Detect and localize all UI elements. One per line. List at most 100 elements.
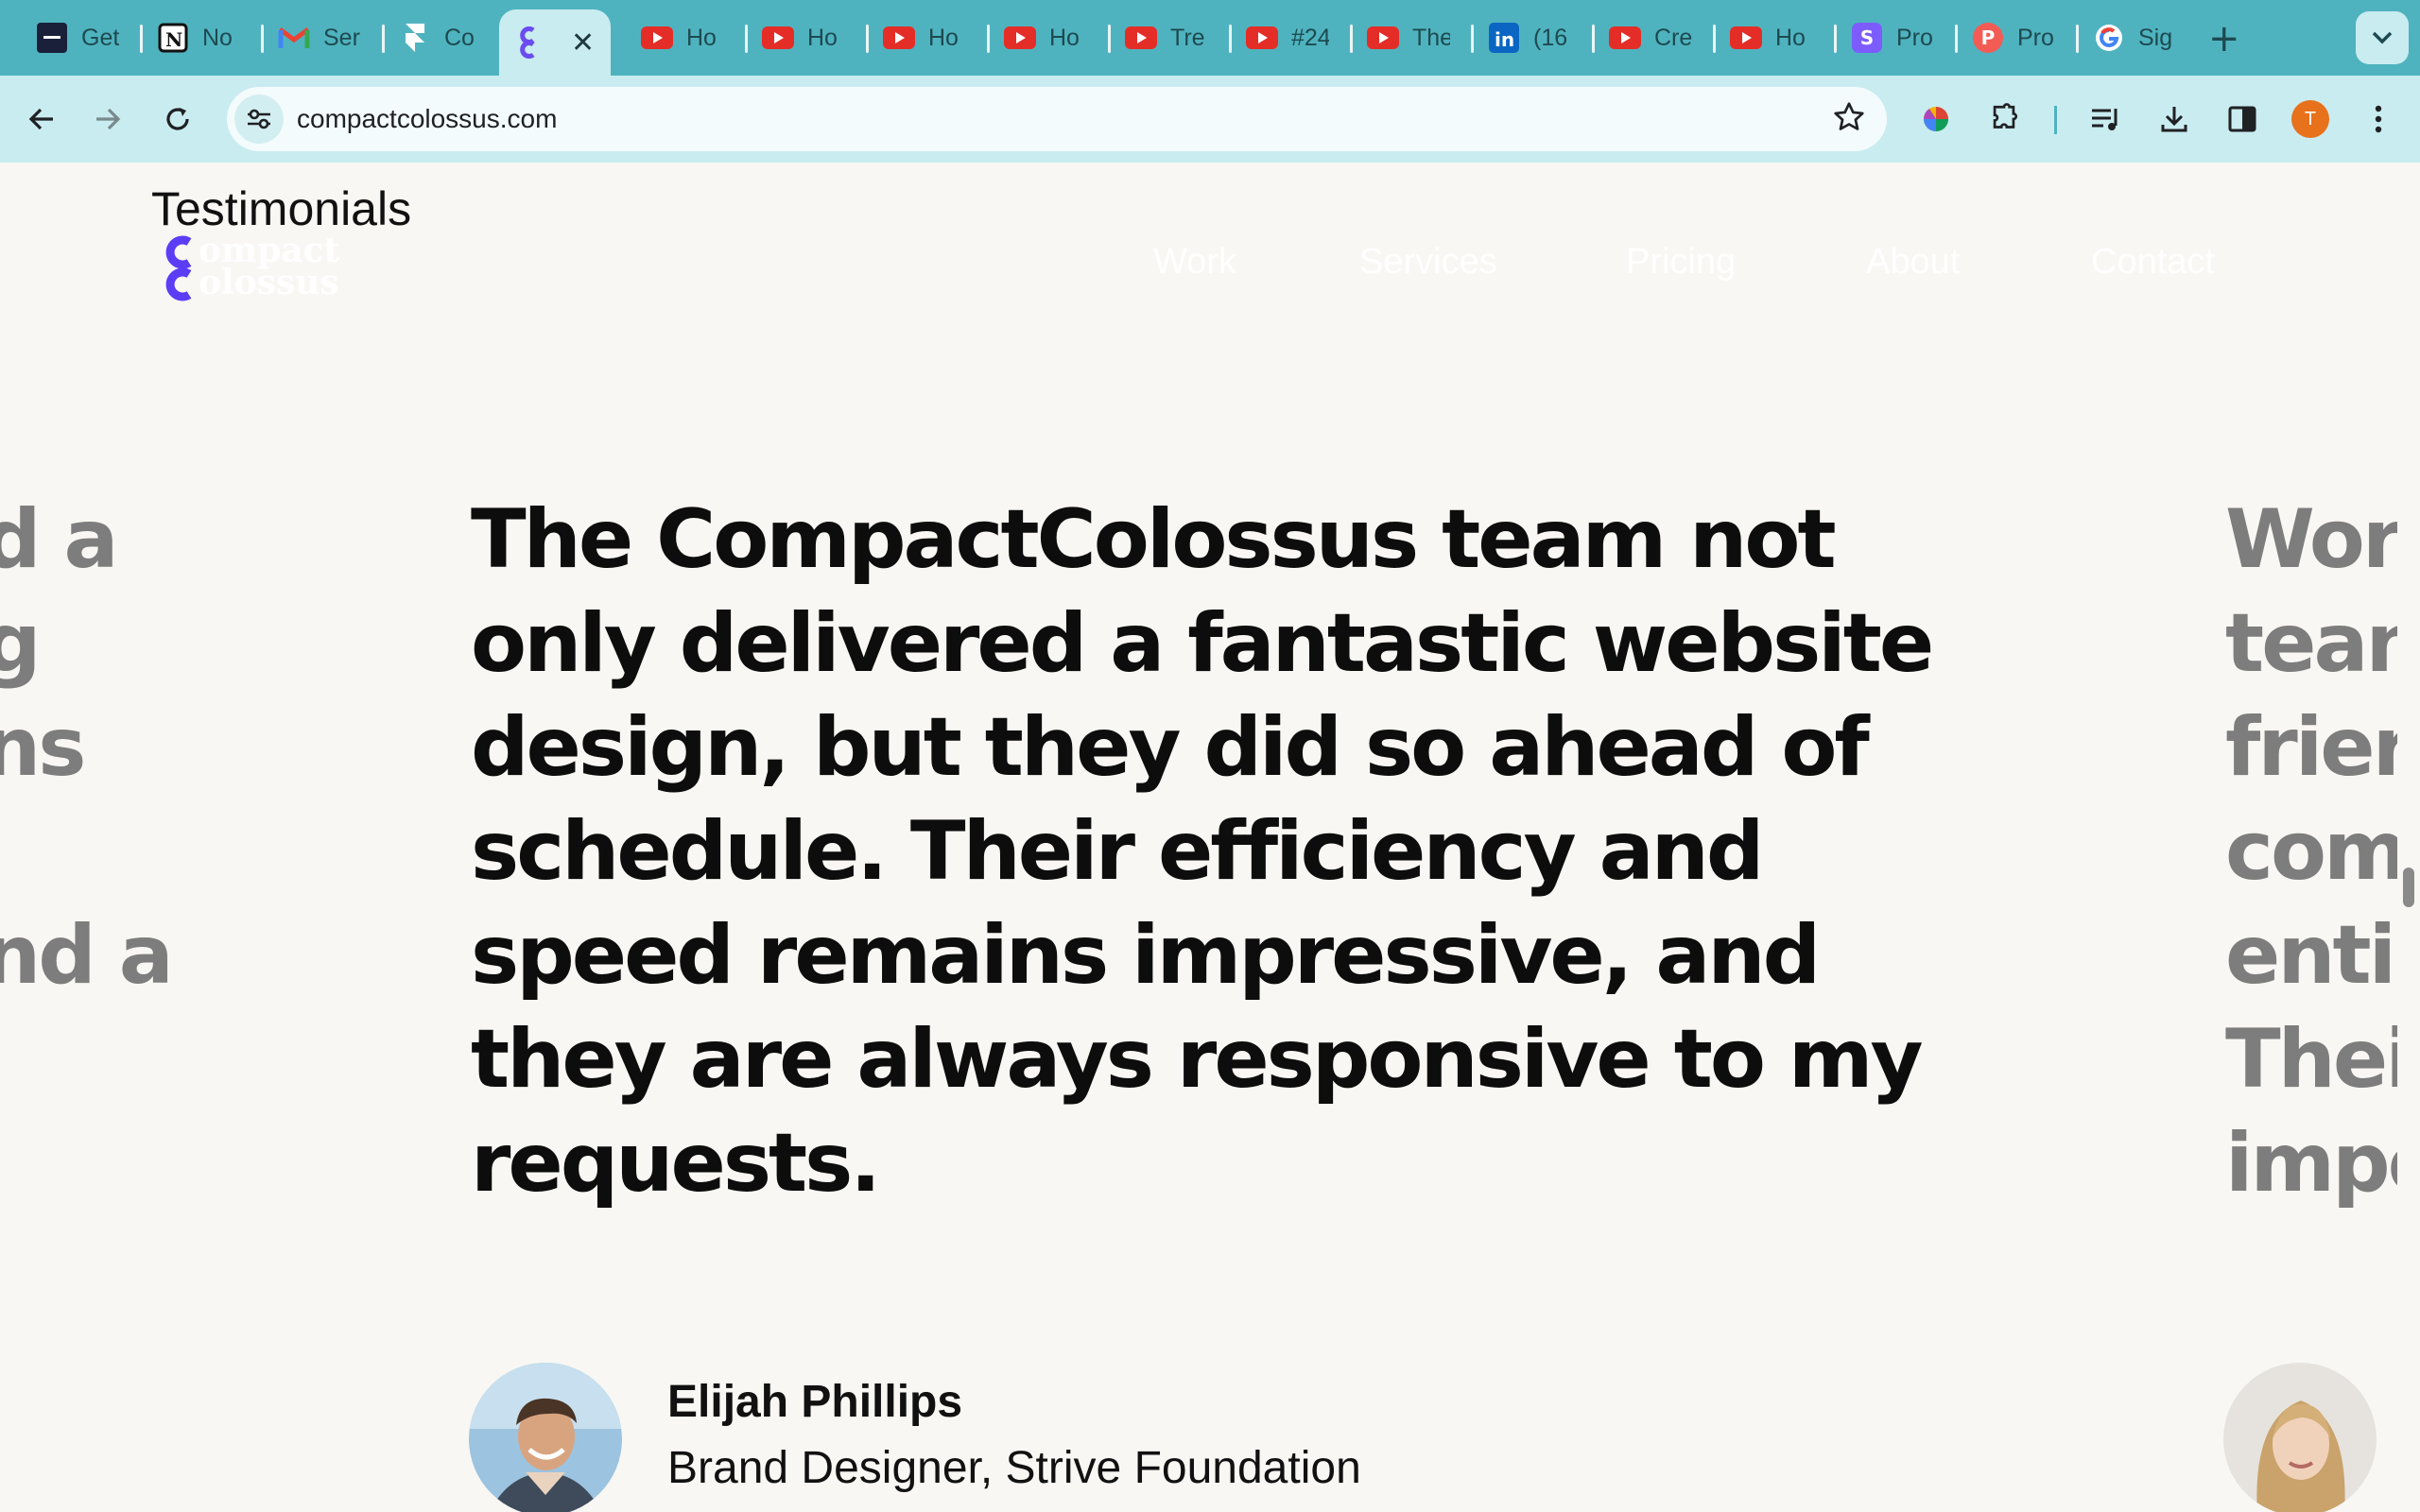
author-role: Brand Designer, Strive Foundation bbox=[667, 1443, 1361, 1493]
browser-tab[interactable]: N No bbox=[146, 13, 257, 62]
logo-word-colossus: olossus bbox=[199, 263, 339, 302]
browser-tab[interactable]: Ho bbox=[630, 13, 741, 62]
tab-title: Get bbox=[81, 24, 119, 51]
youtube-icon bbox=[1730, 22, 1762, 54]
url-text[interactable]: compactcolossus.com bbox=[297, 104, 557, 134]
address-bar[interactable]: compactcolossus.com bbox=[227, 87, 1887, 151]
tab-separator bbox=[1229, 25, 1232, 53]
forward-arrow-icon bbox=[96, 108, 121, 130]
browser-tab[interactable]: Sig bbox=[2082, 13, 2193, 62]
back-button[interactable] bbox=[17, 94, 66, 144]
compactcolossus-icon bbox=[510, 26, 543, 59]
forward-button[interactable] bbox=[83, 94, 132, 144]
tab-title: Ho bbox=[807, 24, 838, 51]
tab-title: Tre bbox=[1170, 24, 1205, 51]
youtube-icon bbox=[1125, 22, 1157, 54]
site-logo[interactable]: ompact olossus bbox=[163, 231, 371, 306]
fragment-line: g bbox=[0, 596, 42, 691]
tab-separator bbox=[1108, 25, 1111, 53]
scrollbar-thumb[interactable] bbox=[2403, 868, 2414, 907]
browser-tab[interactable]: Ho bbox=[993, 13, 1104, 62]
browser-tab[interactable]: Cre bbox=[1598, 13, 1709, 62]
browser-menu-icon[interactable] bbox=[2356, 96, 2401, 142]
p-app-icon: P bbox=[1972, 22, 2004, 54]
bookmark-star-icon[interactable] bbox=[1832, 100, 1866, 139]
tab-separator bbox=[140, 25, 143, 53]
gmail-icon bbox=[278, 22, 310, 54]
webpage: Testimonials ompact olossus Work Service… bbox=[0, 163, 2397, 1512]
browser-tab[interactable]: Tre bbox=[1114, 13, 1225, 62]
nav-work[interactable]: Work bbox=[1153, 242, 1236, 283]
linkedin-icon: in bbox=[1488, 22, 1520, 54]
nav-about[interactable]: About bbox=[1866, 242, 1960, 283]
browser-tab[interactable]: Get bbox=[25, 13, 136, 62]
download-icon[interactable] bbox=[2152, 96, 2197, 142]
next-testimonial-fragment: Wor tean frier com enti Thei impe bbox=[2225, 488, 2397, 1215]
author-avatar bbox=[469, 1363, 622, 1512]
toolbar-divider bbox=[2054, 106, 2057, 134]
testimonial-quote: The CompactColossus team not only delive… bbox=[471, 492, 1934, 1211]
browser-tab[interactable]: P Pro bbox=[1961, 13, 2072, 62]
youtube-icon bbox=[1246, 22, 1278, 54]
fragment-line: enti bbox=[2225, 908, 2396, 1003]
browser-toolbar: compactcolossus.com bbox=[0, 76, 2420, 163]
fragment-line bbox=[0, 799, 171, 903]
logo-mark-icon bbox=[165, 235, 192, 301]
next-author-avatar bbox=[2223, 1363, 2377, 1512]
extensions-puzzle-icon[interactable] bbox=[1981, 96, 2027, 142]
fragment-line: d a bbox=[0, 492, 119, 587]
browser-tab[interactable]: in (16 bbox=[1477, 13, 1588, 62]
svg-text:in: in bbox=[1495, 28, 1514, 51]
close-tab-icon[interactable]: ✕ bbox=[571, 26, 595, 60]
browser-tab[interactable]: S Pro bbox=[1840, 13, 1951, 62]
tab-title: No bbox=[202, 24, 233, 51]
reading-list-icon[interactable] bbox=[2083, 96, 2129, 142]
fragment-line: ns bbox=[0, 700, 86, 795]
tab-title: (16 bbox=[1533, 24, 1568, 51]
fragment-line: Wor bbox=[2225, 492, 2397, 587]
tab-search-button[interactable] bbox=[2356, 11, 2409, 64]
tab-separator bbox=[1834, 25, 1837, 53]
tab-title: Co bbox=[444, 24, 475, 51]
reload-icon bbox=[166, 108, 189, 130]
nav-pricing[interactable]: Pricing bbox=[1626, 242, 1736, 283]
tab-separator bbox=[1471, 25, 1474, 53]
browser-tab[interactable]: #24 bbox=[1235, 13, 1346, 62]
youtube-icon bbox=[641, 22, 673, 54]
framer-icon bbox=[399, 22, 431, 54]
tab-separator bbox=[1713, 25, 1716, 53]
browser-tab[interactable]: The bbox=[1356, 13, 1467, 62]
browser-tab[interactable]: ✕ bbox=[499, 9, 611, 76]
side-panel-icon[interactable] bbox=[2220, 96, 2265, 142]
page-scrollbar[interactable] bbox=[2397, 163, 2420, 1512]
browser-tab[interactable]: Ho bbox=[751, 13, 862, 62]
section-title: Testimonials bbox=[151, 182, 412, 235]
site-info-button[interactable] bbox=[234, 94, 284, 144]
tab-separator bbox=[866, 25, 869, 53]
tab-title: Ser bbox=[323, 24, 360, 51]
browser-tab[interactable]: Ho bbox=[1719, 13, 1830, 62]
fragment-line: com bbox=[2225, 804, 2397, 899]
tab-title: Ho bbox=[1775, 24, 1806, 51]
nav-contact[interactable]: Contact bbox=[2091, 242, 2215, 283]
tab-title: The bbox=[1412, 24, 1450, 51]
color-wheel-extension-icon[interactable] bbox=[1913, 96, 1959, 142]
youtube-icon bbox=[1367, 22, 1399, 54]
fragment-line: impe bbox=[2225, 1116, 2397, 1211]
tab-title: Cre bbox=[1654, 24, 1692, 51]
browser-tab[interactable]: Co bbox=[388, 13, 499, 62]
tab-title: Sig bbox=[2138, 24, 2173, 51]
profile-avatar[interactable]: T bbox=[2291, 100, 2329, 138]
tab-strip: Get N No Ser Co ✕ Ho Ho Ho Ho Tre #24 The in (16 Cre Ho S… bbox=[0, 0, 2420, 76]
tab-title: #24 bbox=[1291, 24, 1329, 51]
tune-icon bbox=[248, 109, 270, 129]
reload-button[interactable] bbox=[153, 94, 202, 144]
nav-services[interactable]: Services bbox=[1359, 242, 1497, 283]
new-tab-button[interactable]: + bbox=[2208, 17, 2240, 60]
tab-separator bbox=[2076, 25, 2079, 53]
fragment-line: frier bbox=[2225, 700, 2397, 795]
tab-separator bbox=[1350, 25, 1353, 53]
browser-tab[interactable]: Ser bbox=[267, 13, 378, 62]
browser-tab[interactable]: Ho bbox=[872, 13, 983, 62]
dark-app-icon bbox=[36, 22, 68, 54]
